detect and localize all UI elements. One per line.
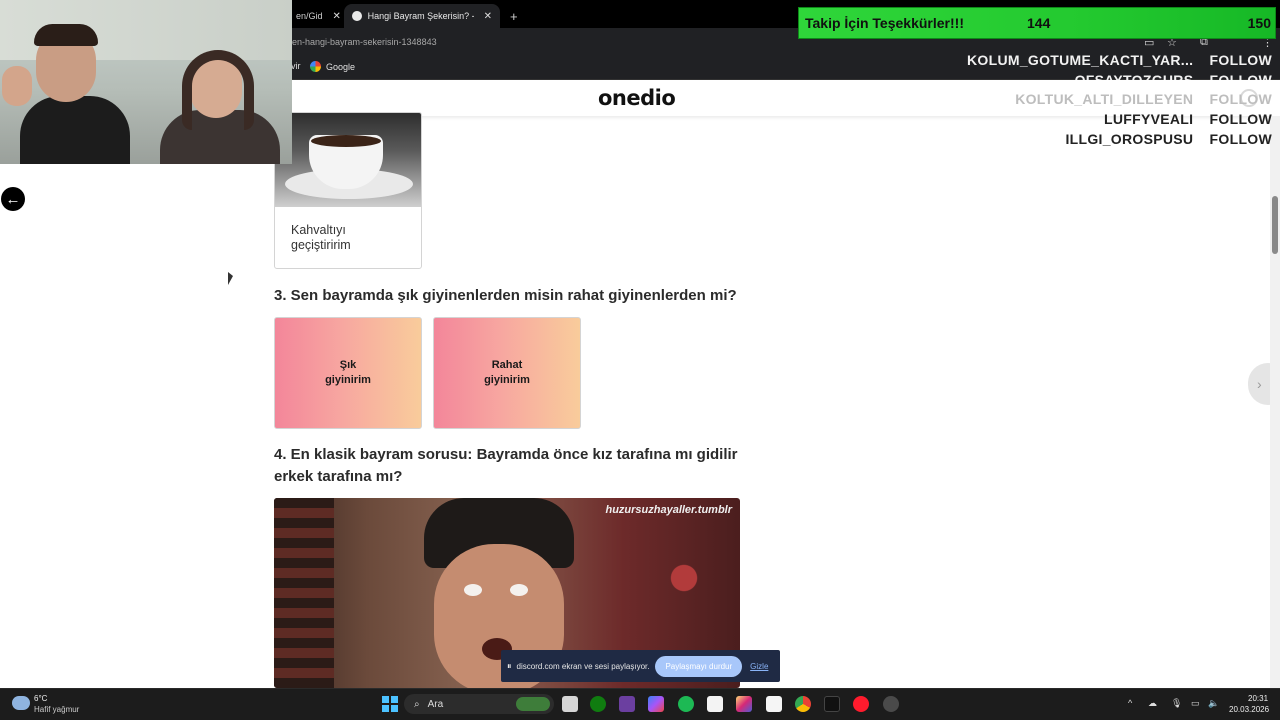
curtain-shape: [274, 498, 334, 688]
follower-row: LUFFYVEALI FOLLOW: [1104, 111, 1272, 127]
hide-link[interactable]: Gizle: [750, 662, 768, 671]
tab-title: Hangi Bayram Şekerisin? - One: [367, 11, 474, 21]
person-left-hand: [2, 66, 32, 106]
follower-row: KOLTUK_ALTI_DILLEYEN FOLLOW: [1015, 91, 1272, 107]
clock-date[interactable]: 20.03.2026: [1229, 705, 1269, 714]
follower-name: OFSAYTOZGURS: [1074, 72, 1194, 80]
google-icon: [310, 61, 321, 72]
person-left-body: [20, 96, 130, 164]
follower-name: ILLGI_OROSPUSU: [1065, 131, 1194, 147]
spotify-icon[interactable]: [678, 696, 694, 712]
search-label: Ara: [427, 698, 444, 710]
answer-card-rahat[interactable]: Rahat giyinirim: [433, 317, 581, 429]
follower-name: LUFFYVEALI: [1104, 111, 1194, 127]
eye-shape: [510, 584, 528, 596]
browser-tab-previous[interactable]: en/Gid ✕: [288, 4, 349, 28]
screen-share-bar: ⏸ discord.com ekran ve sesi paylaşıyor. …: [501, 650, 780, 682]
mouse-cursor-icon: [228, 272, 233, 285]
eye-shape: [464, 584, 482, 596]
bookmark-google[interactable]: Google: [310, 61, 355, 72]
follow-goal-bar: Takip İçin Teşekkürler!!! 144 150: [798, 7, 1276, 39]
chevron-right-icon: ›: [1257, 376, 1262, 392]
monitor-icon[interactable]: ▭: [1191, 698, 1200, 709]
back-arrow-button[interactable]: ←: [1, 187, 25, 211]
person-left-hair: [34, 24, 98, 46]
windows-start-icon[interactable]: [382, 696, 398, 712]
follower-name: KOLUM_GOTUME_KACTI_YAR...: [967, 52, 1194, 68]
close-icon[interactable]: ✕: [333, 11, 341, 22]
opera-icon[interactable]: [853, 696, 869, 712]
search-highlight-icon: [516, 697, 550, 711]
clock-time[interactable]: 20:31: [1248, 694, 1268, 703]
question-3-title: 3. Sen bayramda şık giyinenlerden misin …: [274, 287, 737, 304]
copilot-icon[interactable]: [648, 696, 664, 712]
instagram-icon[interactable]: [736, 696, 752, 712]
question-4-title: 4. En klasik bayram sorusu: Bayramda önc…: [274, 446, 738, 485]
browser-tab-active[interactable]: Hangi Bayram Şekerisin? - One ✕: [344, 4, 500, 28]
cloud-icon[interactable]: ☁: [1148, 698, 1157, 709]
speaker-icon[interactable]: 🔈: [1208, 698, 1219, 709]
chevron-up-icon[interactable]: ^: [1128, 698, 1132, 708]
follower-row: OFSAYTOZGURS FOLLOW: [1075, 72, 1272, 80]
follow-label: FOLLOW: [1209, 72, 1272, 80]
person-right-hair: [182, 50, 254, 130]
taskbar: [0, 688, 1280, 720]
obs-icon[interactable]: [883, 696, 899, 712]
flower-shape: [654, 548, 714, 608]
store-icon[interactable]: [707, 696, 723, 712]
follow-count: 144: [1027, 15, 1051, 31]
tiktok-icon[interactable]: [824, 696, 840, 712]
answer-label: Rahat giyinirim: [484, 359, 530, 386]
answer-card-sik[interactable]: Şık giyinirim: [274, 317, 422, 429]
close-icon[interactable]: ✕: [484, 11, 492, 22]
follow-goal-title: Takip İçin Teşekkürler!!!: [805, 15, 964, 31]
url-text[interactable]: en-hangi-bayram-sekerisin-1348843: [292, 37, 437, 47]
share-message: discord.com ekran ve sesi paylaşıyor.: [516, 661, 650, 671]
weather-desc[interactable]: Hafif yağmur: [34, 705, 79, 714]
follow-label: FOLLOW: [1209, 52, 1272, 68]
bookmark-item[interactable]: vir: [291, 61, 301, 71]
xbox-icon[interactable]: [590, 696, 606, 712]
site-logo[interactable]: onedio: [598, 86, 676, 110]
coffee-image: [275, 113, 421, 207]
weather-icon[interactable]: [12, 696, 30, 710]
pause-icon: ⏸: [507, 660, 512, 671]
answer-label: Kahvaltıyı geçiştiririm: [291, 223, 351, 252]
favicon-icon: [352, 11, 362, 21]
image-watermark: huzursuzhayaller.tumblr: [605, 504, 732, 516]
new-tab-button[interactable]: +: [502, 4, 526, 28]
arrow-left-icon: ←: [5, 190, 21, 208]
bookmark-label: Google: [326, 61, 356, 72]
follower-row: ILLGI_OROSPUSU FOLLOW: [1065, 131, 1272, 147]
task-view-icon[interactable]: [562, 696, 578, 712]
microphone-icon[interactable]: 🎙: [1171, 698, 1182, 709]
answer-label: Şık giyinirim: [325, 359, 371, 386]
tab-title: en/Gid: [296, 11, 323, 21]
follow-goal-target: 150: [1247, 15, 1271, 31]
follower-name: KOLTUK_ALTI_DILLEYEN: [1015, 91, 1194, 107]
stop-sharing-button[interactable]: Paylaşmayı durdur: [655, 655, 743, 677]
answer-card-breakfast[interactable]: Kahvaltıyı geçiştiririm: [274, 112, 422, 269]
follow-label: FOLLOW: [1209, 131, 1272, 147]
follow-label: FOLLOW: [1209, 111, 1272, 127]
taskbar-search[interactable]: ⌕ Ara: [404, 694, 554, 714]
webcam-overlay: [0, 0, 292, 164]
coffee-surface: [311, 135, 381, 147]
scrollbar-thumb[interactable]: [1272, 196, 1278, 254]
follower-row: KOLUM_GOTUME_KACTI_YAR... FOLLOW: [967, 52, 1272, 68]
follow-label: FOLLOW: [1209, 91, 1272, 107]
app-icon[interactable]: [619, 696, 635, 712]
weather-temp[interactable]: 6°C: [34, 694, 47, 703]
chrome-icon[interactable]: [795, 696, 811, 712]
search-icon: ⌕: [414, 698, 420, 710]
capcut-icon[interactable]: [766, 696, 782, 712]
